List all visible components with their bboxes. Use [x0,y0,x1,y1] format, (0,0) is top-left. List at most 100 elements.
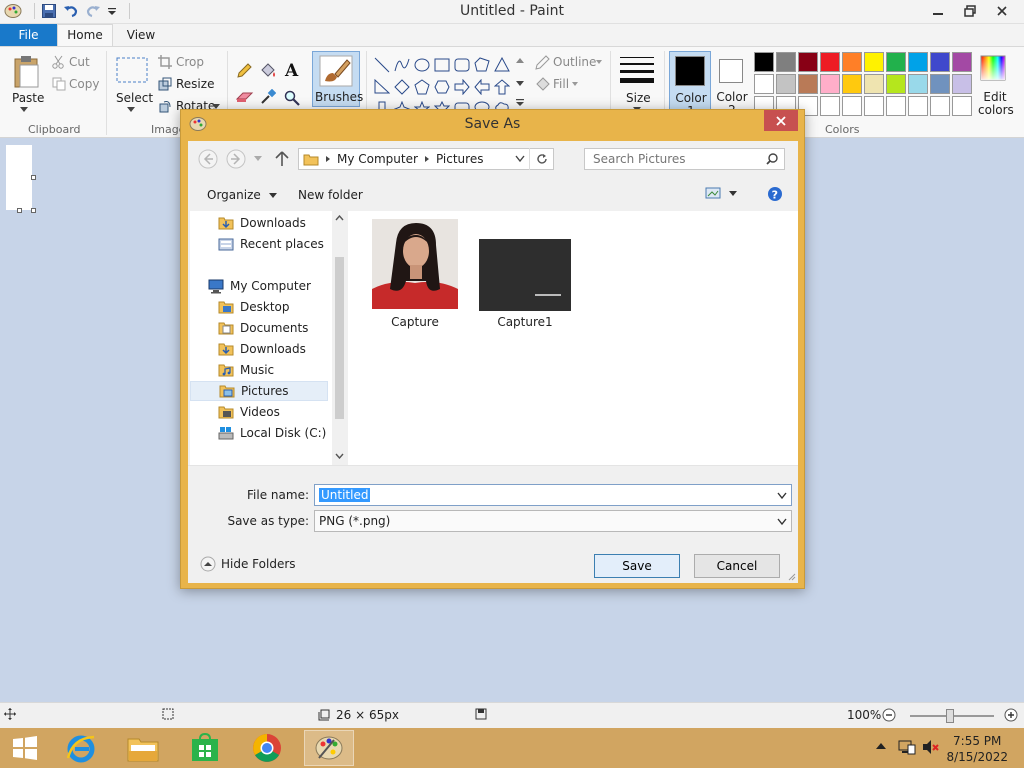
search-input[interactable] [584,148,785,170]
new-folder-button[interactable]: New folder [298,188,363,202]
close-icon[interactable] [986,0,1018,22]
recent-locations-chevron-icon[interactable] [254,156,262,162]
scroll-up-icon[interactable] [335,215,344,221]
resize-handle-bottom[interactable] [17,208,22,213]
change-view-icon[interactable] [705,186,721,200]
volume-muted-icon[interactable] [922,739,940,755]
shapes-scroll-down-icon[interactable] [516,79,524,87]
chevron-down-icon[interactable] [127,107,135,113]
color-swatch[interactable] [886,52,906,72]
tab-file[interactable]: File [0,24,57,46]
paste-icon[interactable] [12,55,42,91]
color-swatch[interactable] [930,74,950,94]
network-icon[interactable] [898,739,916,755]
tab-view[interactable]: View [115,24,167,46]
scroll-down-icon[interactable] [335,453,344,459]
search-icon[interactable] [766,153,778,165]
resize-handle-corner[interactable] [31,208,36,213]
nav-item-music[interactable]: Music [218,360,274,380]
brushes-button[interactable]: Brushes [312,51,363,107]
oval-shape-icon[interactable] [412,55,432,75]
resize-button[interactable]: Resize [176,77,214,91]
text-icon[interactable]: A [284,61,300,79]
hide-folders-button[interactable]: Hide Folders [200,556,296,572]
nav-scrollbar[interactable] [332,211,346,465]
taskbar-internet-explorer[interactable] [56,730,106,766]
drawing-canvas[interactable] [6,145,32,210]
help-icon[interactable]: ? [767,186,783,202]
dialog-close-button[interactable] [764,110,798,131]
color-swatch[interactable] [798,52,818,72]
nav-item-desktop[interactable]: Desktop [218,297,290,317]
save-as-type-select[interactable]: PNG (*.png) [314,510,792,532]
crop-button[interactable]: Crop [176,55,204,69]
left-arrow-shape-icon[interactable] [472,77,492,97]
outline-button[interactable]: Outline [553,55,596,69]
breadcrumb-pictures[interactable]: Pictures [436,152,484,166]
color-swatch[interactable] [798,74,818,94]
nav-item-recent-places[interactable]: Recent places [218,234,324,254]
pentagon-shape-icon[interactable] [412,77,432,97]
refresh-icon[interactable] [529,148,553,170]
show-hidden-icons-icon[interactable] [876,742,886,750]
rectangle-shape-icon[interactable] [432,55,452,75]
color-swatch[interactable] [886,96,906,116]
file-name-field[interactable]: Untitled [314,484,792,506]
taskbar-store[interactable] [180,730,230,766]
chevron-down-icon[interactable] [572,82,578,86]
nav-scroll-thumb[interactable] [335,257,344,419]
eraser-icon[interactable] [236,90,254,104]
color-swatch[interactable] [754,52,774,72]
color-swatch[interactable] [776,74,796,94]
select-button[interactable]: Select [116,91,153,105]
edit-colors-button[interactable]: Edit colors [978,91,1014,117]
polygon-shape-icon[interactable] [472,55,492,75]
nav-item-documents[interactable]: Documents [218,318,308,338]
color-swatch[interactable] [908,96,928,116]
color-swatch[interactable] [820,74,840,94]
color-swatch[interactable] [842,96,862,116]
curve-shape-icon[interactable] [392,55,412,75]
color-swatch[interactable] [754,74,774,94]
file-list[interactable]: Capture Capture1 [348,211,798,465]
color-swatch[interactable] [908,52,928,72]
nav-item-my-computer[interactable]: My Computer [208,276,311,296]
color-swatch[interactable] [842,74,862,94]
nav-item-downloads[interactable]: Downloads [218,339,306,359]
color-swatch[interactable] [930,52,950,72]
chevron-down-icon[interactable] [777,492,787,500]
line-shape-icon[interactable] [372,55,392,75]
pencil-icon[interactable] [236,63,252,79]
chevron-down-icon[interactable] [777,518,787,526]
cancel-button[interactable]: Cancel [694,554,780,578]
nav-item-videos[interactable]: Videos [218,402,280,422]
nav-item-downloads-favorites[interactable]: Downloads [218,213,306,233]
color-swatch[interactable] [952,96,972,116]
nav-item-pictures[interactable]: Pictures [190,381,328,401]
color-swatch[interactable] [776,52,796,72]
address-dropdown-icon[interactable] [515,155,525,163]
taskbar-chrome[interactable] [242,730,292,766]
zoom-slider-thumb[interactable] [946,709,954,723]
color-swatch[interactable] [886,74,906,94]
taskbar-paint[interactable] [304,730,354,766]
color-swatch[interactable] [820,96,840,116]
color-swatch[interactable] [820,52,840,72]
copy-button[interactable]: Copy [69,77,99,91]
cut-button[interactable]: Cut [69,55,90,69]
shapes-scroll-up-icon[interactable] [516,57,524,65]
rotate-icon[interactable] [158,99,172,113]
color-swatch[interactable] [864,52,884,72]
chevron-down-icon[interactable] [596,60,602,64]
minimize-icon[interactable] [922,0,954,22]
zoom-out-icon[interactable] [882,708,896,722]
edit-colors-icon[interactable] [980,55,1006,81]
resize-icon[interactable] [158,77,172,91]
select-icon[interactable] [116,57,148,83]
address-bar[interactable]: My Computer Pictures [298,148,554,170]
color-swatch[interactable] [930,96,950,116]
color-swatch[interactable] [952,52,972,72]
nav-item-local-disk[interactable]: Local Disk (C:) [218,423,326,443]
size-icon[interactable] [620,55,654,85]
resize-grip-icon[interactable] [786,571,796,581]
